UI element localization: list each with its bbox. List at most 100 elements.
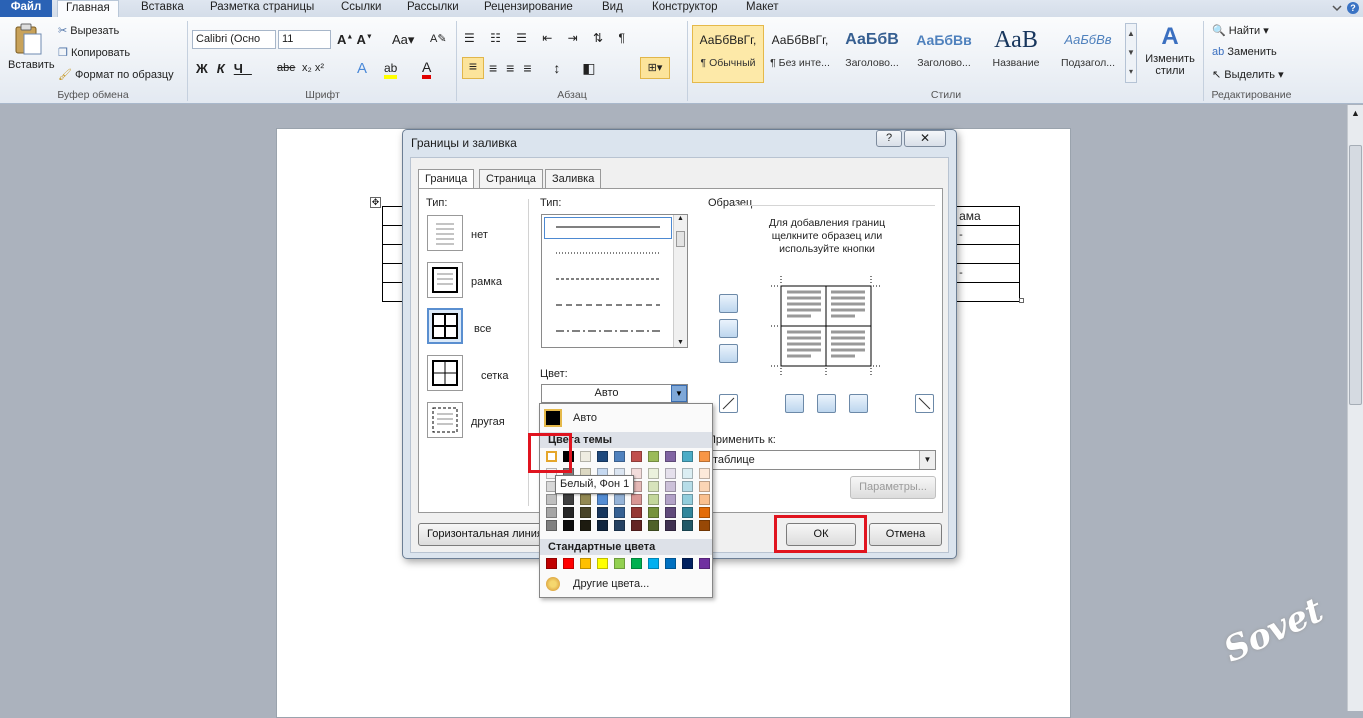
standard-color-swatch[interactable]	[648, 558, 659, 569]
paste-button[interactable]: Вставить	[8, 22, 55, 82]
scroll-up-icon[interactable]: ▲	[1348, 105, 1363, 122]
replace-button[interactable]: ab Заменить	[1212, 46, 1277, 58]
grow-font-icon[interactable]: A▲ A▼	[337, 32, 373, 47]
theme-color-swatch[interactable]	[580, 451, 591, 462]
preset-custom-icon[interactable]	[427, 402, 463, 438]
border-preview-diagram[interactable]	[771, 276, 881, 376]
border-top-button-icon[interactable]	[719, 294, 738, 313]
theme-shade-swatch[interactable]	[682, 494, 693, 505]
theme-shade-swatch[interactable]	[614, 507, 625, 518]
vertical-scrollbar[interactable]: ▲	[1347, 105, 1363, 711]
strikethrough-icon[interactable]: abe	[277, 62, 295, 74]
theme-shade-swatch[interactable]	[682, 507, 693, 518]
preset-label[interactable]: нет	[471, 229, 488, 241]
style-subtitle[interactable]: АаБбВв Подзагол...	[1052, 23, 1124, 81]
highlight-icon[interactable]: ab	[384, 61, 398, 79]
theme-shade-swatch[interactable]	[648, 494, 659, 505]
theme-color-swatch[interactable]	[648, 451, 659, 462]
theme-shade-swatch[interactable]	[580, 494, 591, 505]
diagonal-up-button-icon[interactable]	[915, 394, 934, 413]
preset-none-icon[interactable]	[427, 215, 463, 251]
styles-scroll-icon[interactable]: ▲ ▼ ▾	[1125, 23, 1137, 83]
tab-page-layout[interactable]: Разметка страницы	[202, 0, 322, 17]
align-icons[interactable]: ≡≡≡ ↕ ◧	[489, 60, 605, 77]
theme-shade-swatch[interactable]	[597, 520, 608, 531]
preset-label[interactable]: все	[474, 323, 491, 335]
preset-grid-icon[interactable]	[427, 355, 463, 391]
theme-shade-swatch[interactable]	[631, 520, 642, 531]
theme-shade-swatch[interactable]	[546, 507, 557, 518]
standard-color-swatch[interactable]	[563, 558, 574, 569]
theme-color-swatch[interactable]	[631, 451, 642, 462]
bold-italic-underline-icons[interactable]: ЖКЧ	[196, 61, 252, 76]
style-normal[interactable]: АаБбВвГг, ¶ Обычный	[692, 23, 764, 81]
theme-shade-swatch[interactable]	[665, 481, 676, 492]
theme-shade-swatch[interactable]	[682, 520, 693, 531]
find-button[interactable]: 🔍 Найти ▾	[1212, 24, 1269, 37]
style-heading1[interactable]: АаБбВ Заголово...	[836, 23, 908, 81]
tab-view[interactable]: Вид	[594, 0, 631, 17]
theme-shade-swatch[interactable]	[648, 468, 659, 479]
theme-shade-swatch[interactable]	[665, 468, 676, 479]
theme-shade-swatch[interactable]	[648, 481, 659, 492]
border-inside-h-button-icon[interactable]	[719, 319, 738, 338]
help-icon[interactable]: ?	[1347, 2, 1359, 14]
standard-color-swatch[interactable]	[546, 558, 557, 569]
theme-shade-swatch[interactable]	[665, 520, 676, 531]
font-size-box[interactable]: 11	[278, 30, 331, 49]
theme-shade-swatch[interactable]	[546, 520, 557, 531]
color-dropdown-arrow-icon[interactable]: ▼	[671, 385, 687, 402]
theme-shade-swatch[interactable]	[580, 520, 591, 531]
more-colors-link[interactable]: Другие цвета...	[573, 578, 649, 590]
scroll-thumb[interactable]	[1349, 145, 1362, 405]
theme-shade-swatch[interactable]	[682, 481, 693, 492]
preset-label[interactable]: другая	[471, 416, 505, 428]
tab-design[interactable]: Конструктор	[644, 0, 726, 17]
minimize-ribbon-icon[interactable]	[1331, 3, 1343, 13]
color-dropdown[interactable]: Авто	[541, 384, 688, 403]
list-icons[interactable]: ☰ ☷ ☰ ⇤ ⇥ ⇅ ¶	[464, 31, 631, 45]
horizontal-line-button[interactable]: Горизонтальная линия...	[418, 523, 553, 546]
theme-shade-swatch[interactable]	[665, 507, 676, 518]
style-no-spacing[interactable]: АаБбВвГг, ¶ Без инте...	[764, 23, 836, 81]
cut-button[interactable]: ✂ Вырезать	[58, 24, 119, 37]
style-heading2[interactable]: АаБбВв Заголово...	[908, 23, 980, 81]
theme-color-swatch[interactable]	[597, 451, 608, 462]
theme-shade-swatch[interactable]	[665, 494, 676, 505]
theme-shade-swatch[interactable]	[699, 481, 710, 492]
theme-shade-swatch[interactable]	[631, 494, 642, 505]
theme-shade-swatch[interactable]	[580, 507, 591, 518]
tab-mailings[interactable]: Рассылки	[399, 0, 467, 17]
theme-shade-swatch[interactable]	[648, 507, 659, 518]
dialog-close-icon[interactable]: ✕	[904, 130, 946, 147]
standard-color-swatch[interactable]	[597, 558, 608, 569]
standard-color-swatch[interactable]	[682, 558, 693, 569]
tab-review[interactable]: Рецензирование	[476, 0, 581, 17]
standard-color-swatch[interactable]	[580, 558, 591, 569]
table-resize-handle-icon[interactable]	[1019, 298, 1024, 303]
theme-shade-swatch[interactable]	[631, 507, 642, 518]
border-inside-v-button-icon[interactable]	[817, 394, 836, 413]
theme-shade-swatch[interactable]	[563, 520, 574, 531]
theme-shade-swatch[interactable]	[699, 468, 710, 479]
tab-shading[interactable]: Заливка	[545, 169, 602, 189]
clear-format-icon[interactable]: A✎	[430, 32, 447, 45]
theme-shade-swatch[interactable]	[614, 520, 625, 531]
theme-color-swatch[interactable]	[665, 451, 676, 462]
line-style-list[interactable]: ▲ ▼	[541, 214, 688, 348]
options-button[interactable]: Параметры...	[850, 476, 936, 499]
tab-page-border[interactable]: Страница	[479, 169, 543, 189]
theme-shade-swatch[interactable]	[563, 494, 574, 505]
theme-shade-swatch[interactable]	[614, 494, 625, 505]
text-effects-icon[interactable]: A	[357, 60, 367, 77]
tab-file[interactable]: Файл	[0, 0, 52, 17]
standard-color-swatch[interactable]	[631, 558, 642, 569]
cancel-button[interactable]: Отмена	[869, 523, 942, 546]
copy-button[interactable]: ❐ Копировать	[58, 46, 130, 59]
change-case-icon[interactable]: Aa▾	[392, 32, 414, 48]
theme-shade-swatch[interactable]	[597, 507, 608, 518]
apply-to-arrow-icon[interactable]: ▼	[919, 451, 935, 469]
preset-box-icon[interactable]	[427, 262, 463, 298]
borders-button[interactable]: ⊞▾	[640, 57, 670, 79]
auto-color-swatch[interactable]	[544, 409, 562, 427]
